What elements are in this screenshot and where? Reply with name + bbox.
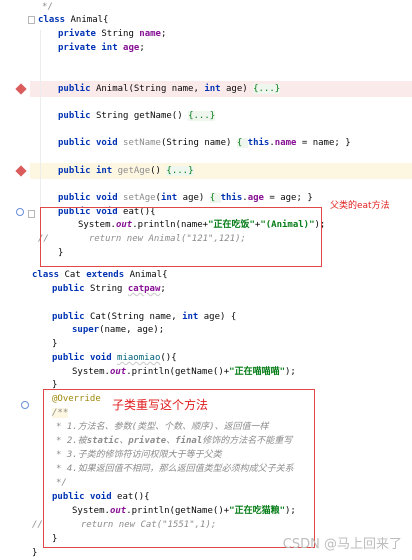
code-line: public Cat(String name, int age) { <box>52 312 237 322</box>
code-line: } <box>32 548 38 558</box>
editor-gutter[interactable] <box>0 0 30 560</box>
code-line: } <box>52 339 58 349</box>
code-line: System.out.println(getName()+"正在喵喵喵"); <box>72 367 296 377</box>
fold-marker-icon[interactable] <box>28 210 35 218</box>
code-line: public void setAge(int age) { this.age =… <box>58 193 313 203</box>
code-line: public int getAge() {...} <box>58 166 194 176</box>
parent-eat-note: 父类的eat方法 <box>330 201 390 211</box>
parent-eat-highlight-box <box>40 207 322 267</box>
code-line: private String name; <box>58 29 167 39</box>
code-line: class Cat extends Animal{ <box>32 270 168 280</box>
override-note: 子类重写这个方法 <box>112 398 209 412</box>
overridden-method-icon[interactable] <box>16 208 24 216</box>
code-line: */ <box>42 2 53 12</box>
csdn-watermark: CSDN @马上回来了 <box>282 537 402 552</box>
code-line: public String getName() {...} <box>58 111 216 121</box>
code-line: public String catpaw; <box>52 284 166 294</box>
code-line: public Animal(String name, int age) {...… <box>58 84 281 94</box>
fold-marker-icon[interactable] <box>28 16 35 24</box>
code-line: public void setName(String name) { this.… <box>58 138 351 148</box>
code-line: private int age; <box>58 43 145 53</box>
code-line: class Animal{ <box>38 15 109 25</box>
code-line: public void miaomiao(){ <box>52 353 177 363</box>
code-line: super(name, age); <box>72 325 165 335</box>
override-method-icon[interactable] <box>21 401 29 409</box>
